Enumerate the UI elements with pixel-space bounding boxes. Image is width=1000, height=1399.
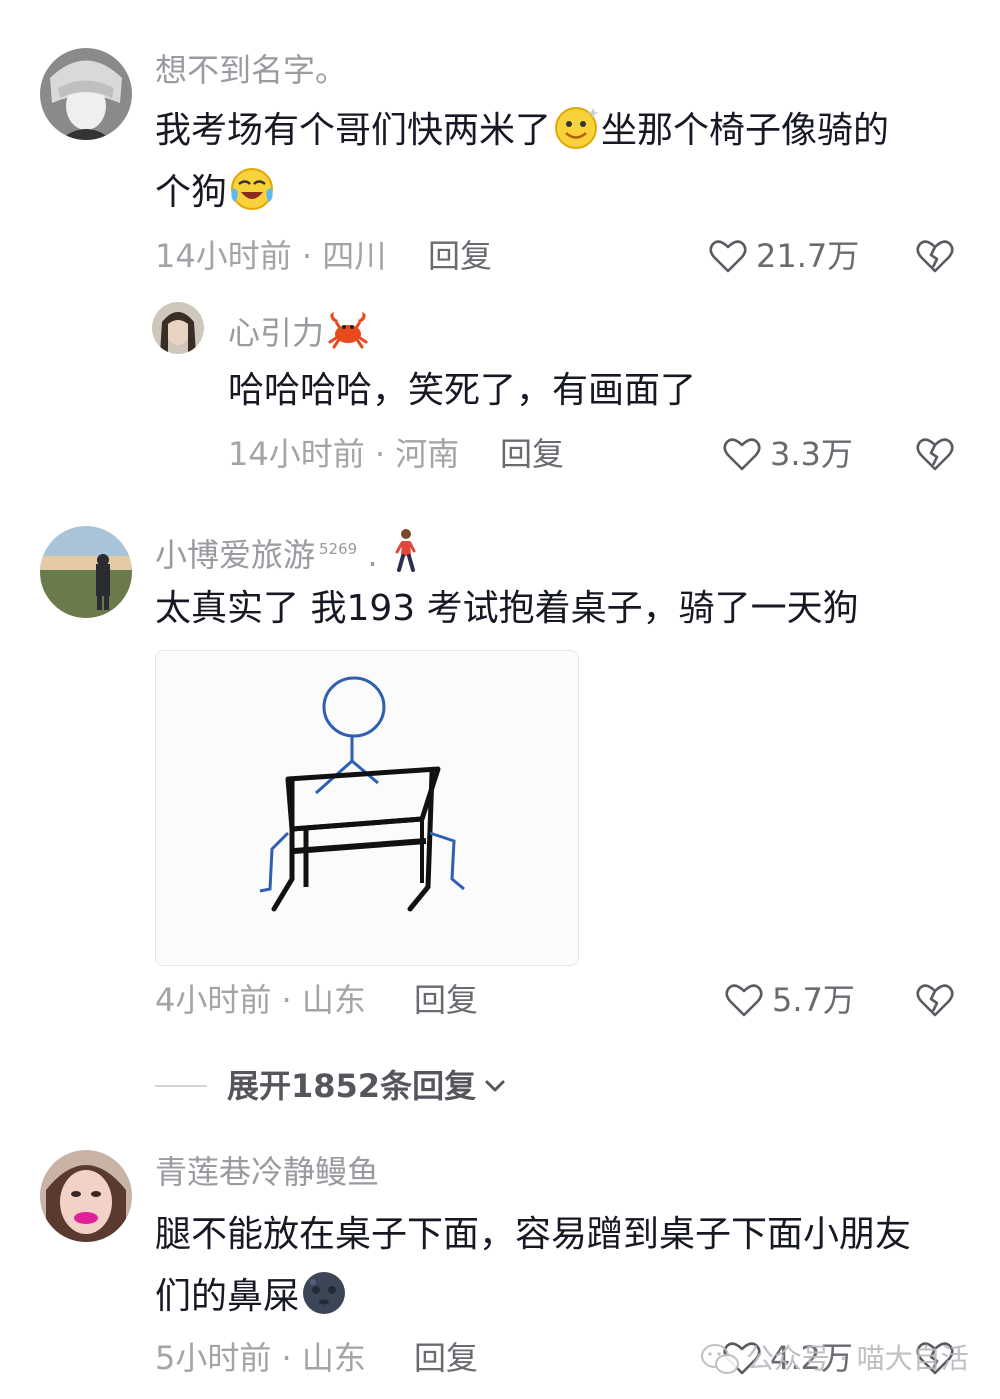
smiling-face-icon [551, 102, 601, 152]
like-count: 5.7万 [772, 981, 855, 1019]
reply-button[interactable]: 回复 [428, 236, 492, 276]
comment-text: 我考场有个哥们快两米了 坐那个椅子像骑的 个狗 [155, 100, 955, 224]
broken-heart-icon [916, 240, 954, 273]
comment-meta: 14小时前 · 河南 [228, 435, 460, 473]
like-count: 21.7万 [756, 237, 860, 275]
heart-icon [709, 240, 747, 273]
like-button[interactable]: 21.7万 [708, 236, 859, 276]
comment-text: 腿不能放在桌子下面，容易蹭到桌子下面小朋友 们的鼻屎 [155, 1214, 912, 1318]
stick-figure-riding-desk-drawing [156, 651, 578, 965]
username[interactable]: 青莲巷冷静鳗鱼 [155, 1152, 379, 1192]
divider [155, 1085, 207, 1087]
avatar[interactable] [40, 526, 132, 618]
broken-heart-icon [916, 438, 954, 471]
person-walking-icon [386, 528, 426, 572]
heart-icon [723, 438, 761, 471]
avatar[interactable] [152, 302, 204, 354]
broken-heart-icon [916, 984, 954, 1017]
avatar[interactable] [40, 48, 132, 140]
like-button[interactable]: 3.3万 [722, 434, 853, 474]
comment-meta: 5小时前 · 山东 [155, 1339, 366, 1377]
like-count: 3.3万 [770, 435, 853, 473]
like-button[interactable]: 5.7万 [724, 980, 855, 1020]
username[interactable]: 心引力 [228, 308, 370, 353]
new-moon-face-icon [299, 1268, 349, 1318]
reply-button[interactable]: 回复 [414, 980, 478, 1020]
comment-meta: 14小时前 · 四川 [155, 237, 387, 275]
expand-replies-button[interactable]: 展开1852条回复 [155, 1066, 508, 1106]
crab-icon [326, 308, 370, 352]
username[interactable]: 想不到名字。 [155, 50, 347, 90]
dislike-button[interactable] [915, 980, 955, 1024]
chevron-down-icon [485, 1080, 505, 1092]
comment-meta: 4小时前 · 山东 [155, 981, 366, 1019]
reply-button[interactable]: 回复 [500, 434, 564, 474]
wechat-icon [701, 1344, 739, 1374]
watermark: 公众号 · 喵大自活 [700, 1342, 969, 1376]
dislike-button[interactable] [915, 236, 955, 280]
comment-image[interactable] [155, 650, 579, 966]
comment-text: 哈哈哈哈，笑死了，有画面了 [228, 370, 697, 411]
expand-replies-label: 展开1852条回复 [227, 1067, 477, 1105]
avatar[interactable] [40, 1150, 132, 1242]
reply-button[interactable]: 回复 [414, 1338, 478, 1378]
user-badge: 5269 [319, 540, 358, 559]
dislike-button[interactable] [915, 434, 955, 478]
heart-icon [725, 984, 763, 1017]
comment-text: 太真实了 我193 考试抱着桌子，骑了一天狗 [155, 588, 859, 629]
crying-laughing-icon [227, 164, 277, 214]
username[interactable]: 小博爱旅游 5269 . [155, 528, 426, 575]
